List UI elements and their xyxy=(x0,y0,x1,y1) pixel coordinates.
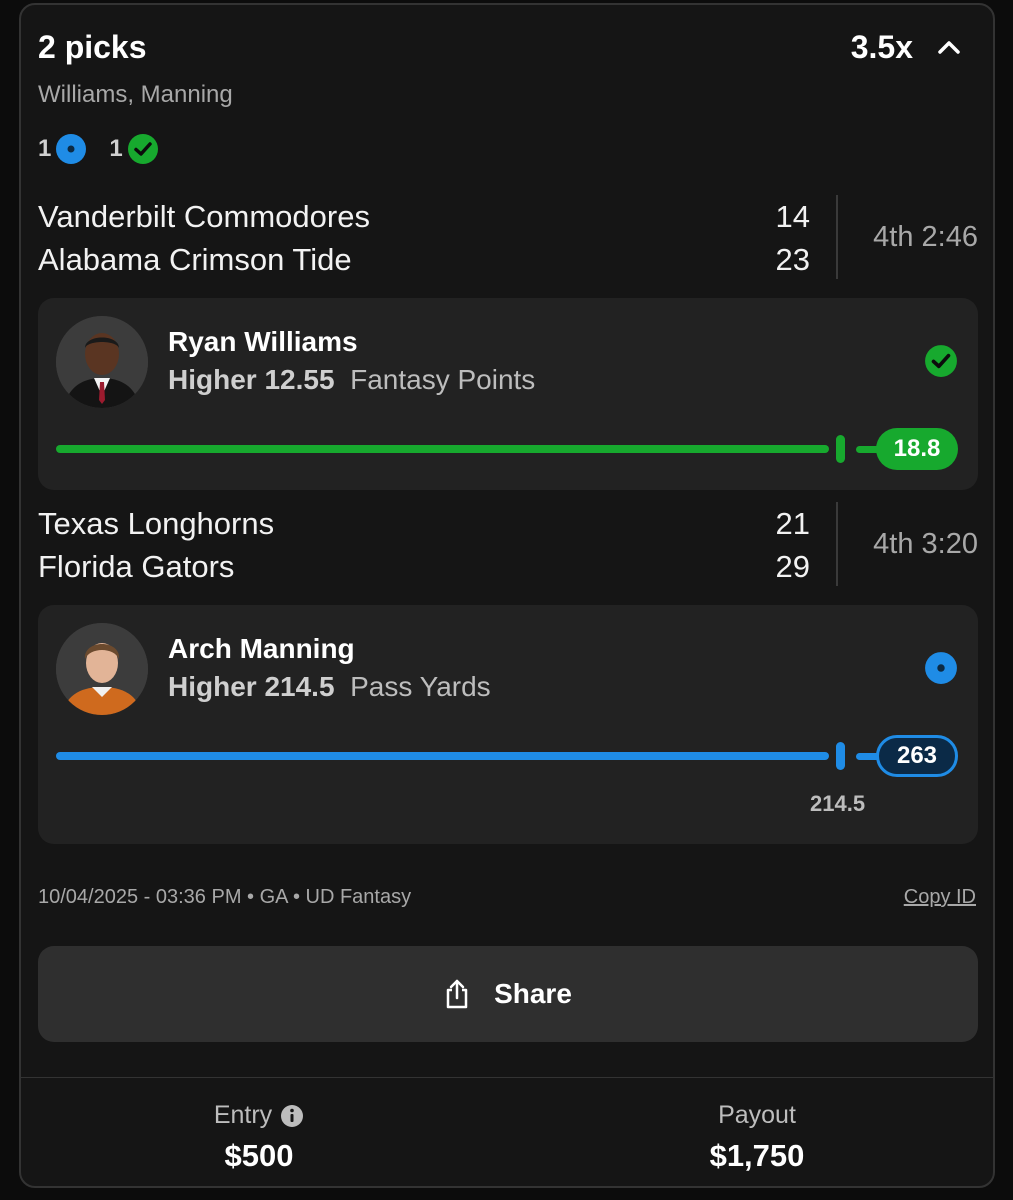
entry-label-row: Entry xyxy=(109,1101,409,1130)
divider xyxy=(836,502,838,586)
won-status xyxy=(924,344,958,383)
live-count: 1 xyxy=(38,135,52,162)
home-score: 23 xyxy=(775,242,810,277)
payout-amount-block: Payout $1,750 xyxy=(607,1101,907,1174)
pick-status-summary: 1 1 xyxy=(38,133,159,165)
footer-divider xyxy=(21,1077,993,1078)
away-team: Texas Longhorns xyxy=(38,506,275,541)
payout-multiplier: 3.5x xyxy=(850,29,913,65)
player-headshot xyxy=(56,623,148,715)
away-score: 21 xyxy=(775,506,810,541)
progress-track xyxy=(56,752,829,760)
home-score: 29 xyxy=(775,549,810,584)
live-status-icon xyxy=(56,134,87,164)
player-name: Arch Manning xyxy=(168,633,355,664)
live-count-badge: 1 xyxy=(38,133,87,165)
share-icon xyxy=(446,979,468,1009)
current-value-pill: 263 xyxy=(876,735,958,777)
payout-label: Payout xyxy=(718,1101,796,1129)
home-team: Florida Gators xyxy=(38,549,235,584)
threshold-marker xyxy=(836,435,845,463)
threshold-label: 214.5 xyxy=(810,791,866,816)
share-label: Share xyxy=(494,978,572,1009)
home-team: Alabama Crimson Tide xyxy=(38,242,352,277)
players-subtitle: Williams, Manning xyxy=(38,81,233,108)
away-team: Vanderbilt Commodores xyxy=(38,199,370,234)
pick-line: Higher 214.5 Pass Yards xyxy=(168,671,491,703)
live-status-icon xyxy=(925,652,957,684)
collapse-button[interactable] xyxy=(929,29,969,65)
avatar xyxy=(56,623,148,715)
copy-id-link[interactable]: Copy ID xyxy=(904,886,976,909)
won-count-badge: 1 xyxy=(109,133,158,165)
game-scoreboard: Texas Longhorns Florida Gators 21 29 4th… xyxy=(38,502,978,586)
entry-details: 10/04/2025 - 03:36 PM • GA • UD Fantasy xyxy=(38,886,412,908)
chevron-up-icon xyxy=(938,41,960,54)
progress-track xyxy=(56,445,829,453)
stat-type: Pass Yards xyxy=(350,671,491,702)
game-scoreboard: Vanderbilt Commodores Alabama Crimson Ti… xyxy=(38,195,978,279)
pick-card-ryan-williams[interactable]: Ryan Williams Higher 12.55 Fantasy Point… xyxy=(38,298,978,490)
entry-label: Entry xyxy=(213,1101,273,1129)
pick-direction: Higher 12.55 xyxy=(168,364,335,395)
picks-count-title: 2 picks xyxy=(38,29,147,65)
pick-line: Higher 12.55 Fantasy Points xyxy=(168,364,535,396)
pick-direction: Higher 214.5 xyxy=(168,671,335,702)
player-name: Ryan Williams xyxy=(168,326,358,357)
entry-amount: $500 xyxy=(224,1138,294,1173)
game-clock: 4th 2:46 xyxy=(873,221,978,253)
current-value-pill: 18.8 xyxy=(876,428,958,470)
away-score: 14 xyxy=(775,199,810,234)
divider xyxy=(836,195,838,279)
avatar xyxy=(56,316,148,408)
entry-card: 2 picks 3.5x Williams, Manning 1 1 Vande… xyxy=(19,3,995,1188)
entry-amount-block: Entry $500 xyxy=(109,1101,409,1174)
check-circle-icon xyxy=(925,345,957,377)
stat-type: Fantasy Points xyxy=(350,364,536,395)
payout-amount: $1,750 xyxy=(709,1138,805,1173)
check-circle-icon xyxy=(127,134,158,164)
game-clock: 4th 3:20 xyxy=(873,528,978,560)
pick-card-arch-manning[interactable]: Arch Manning Higher 214.5 Pass Yards 263… xyxy=(38,605,978,844)
share-button[interactable]: Share xyxy=(38,946,978,1042)
live-status xyxy=(924,651,958,690)
won-count: 1 xyxy=(109,135,123,162)
player-headshot xyxy=(56,316,148,408)
threshold-marker xyxy=(836,742,845,770)
info-icon[interactable] xyxy=(280,1104,304,1128)
